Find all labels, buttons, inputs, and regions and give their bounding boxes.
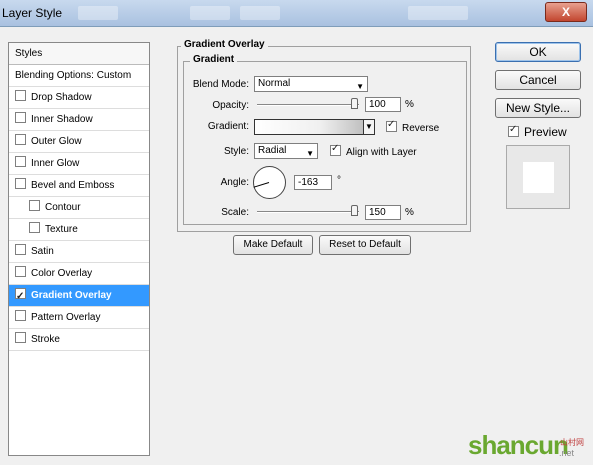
style-item-label: Satin bbox=[31, 246, 54, 257]
ok-button[interactable]: OK bbox=[495, 42, 581, 62]
style-item-label: Texture bbox=[45, 224, 78, 235]
chevron-down-icon: ▼ bbox=[356, 82, 364, 91]
scale-label: Scale: bbox=[221, 207, 249, 218]
checkbox-icon[interactable] bbox=[15, 156, 26, 167]
toolbar-ghost bbox=[190, 6, 230, 20]
close-button[interactable]: X bbox=[545, 2, 587, 22]
gradient-picker-chevron-icon[interactable]: ▼ bbox=[363, 119, 375, 135]
preview-swatch bbox=[523, 162, 554, 193]
gradient-overlay-section bbox=[177, 46, 471, 232]
scale-slider-track[interactable] bbox=[257, 211, 359, 213]
new-style-button[interactable]: New Style... bbox=[495, 98, 581, 118]
checkbox-icon bbox=[508, 124, 519, 137]
style-item-blending-options-custom[interactable]: Blending Options: Custom bbox=[9, 65, 149, 87]
section-title: Gradient Overlay bbox=[181, 39, 268, 50]
styles-header[interactable]: Styles bbox=[9, 43, 149, 65]
checkbox-icon[interactable] bbox=[29, 200, 40, 211]
checkbox-icon[interactable] bbox=[15, 310, 26, 321]
style-item-texture[interactable]: Texture bbox=[9, 219, 149, 241]
checkbox-icon[interactable] bbox=[15, 286, 26, 307]
opacity-label: Opacity: bbox=[212, 100, 249, 111]
style-item-label: Inner Shadow bbox=[31, 114, 93, 125]
reverse-label: Reverse bbox=[402, 123, 440, 134]
checkbox-icon[interactable] bbox=[15, 244, 26, 255]
angle-label: Angle: bbox=[220, 177, 249, 188]
style-item-bevel-and-emboss[interactable]: Bevel and Emboss bbox=[9, 175, 149, 197]
close-icon: X bbox=[561, 5, 570, 19]
style-item-label: Bevel and Emboss bbox=[31, 180, 115, 191]
blend-mode-label: Blend Mode: bbox=[192, 79, 249, 90]
angle-unit: ° bbox=[337, 175, 341, 186]
checkbox-icon[interactable] bbox=[29, 222, 40, 233]
make-default-button[interactable]: Make Default bbox=[233, 235, 313, 255]
blend-mode-select[interactable]: Normal ▼ bbox=[254, 76, 368, 92]
style-item-label: Pattern Overlay bbox=[31, 312, 101, 323]
watermark-domain: .net bbox=[559, 448, 575, 458]
style-item-inner-shadow[interactable]: Inner Shadow bbox=[9, 109, 149, 131]
checkbox-icon bbox=[330, 143, 341, 156]
style-item-drop-shadow[interactable]: Drop Shadow bbox=[9, 87, 149, 109]
style-item-label: Contour bbox=[45, 202, 81, 213]
toolbar-ghost bbox=[78, 6, 118, 20]
style-preview bbox=[506, 145, 570, 209]
checkbox-icon[interactable] bbox=[15, 178, 26, 189]
angle-dial[interactable] bbox=[253, 166, 286, 199]
scale-input[interactable]: 150 bbox=[365, 205, 401, 220]
watermark-logo: shancun bbox=[468, 430, 569, 460]
opacity-slider-thumb[interactable] bbox=[351, 98, 358, 109]
toolbar-ghost bbox=[240, 6, 280, 20]
style-item-outer-glow[interactable]: Outer Glow bbox=[9, 131, 149, 153]
opacity-slider-track[interactable] bbox=[257, 104, 359, 106]
style-item-label: Drop Shadow bbox=[31, 92, 92, 103]
style-item-gradient-overlay[interactable]: Gradient Overlay bbox=[9, 285, 149, 307]
reverse-checkbox[interactable]: Reverse bbox=[386, 119, 440, 134]
opacity-unit: % bbox=[405, 99, 414, 110]
style-item-label: Color Overlay bbox=[31, 268, 93, 279]
checkbox-icon[interactable] bbox=[15, 90, 26, 101]
checkbox-icon[interactable] bbox=[15, 332, 26, 343]
style-item-contour[interactable]: Contour bbox=[9, 197, 149, 219]
align-checkbox[interactable]: Align with Layer bbox=[330, 143, 417, 158]
reset-to-default-button[interactable]: Reset to Default bbox=[319, 235, 411, 255]
checkbox-icon[interactable] bbox=[15, 134, 26, 145]
scale-slider-thumb[interactable] bbox=[351, 205, 358, 216]
cancel-button[interactable]: Cancel bbox=[495, 70, 581, 90]
blend-mode-value: Normal bbox=[258, 78, 291, 89]
title-bar: Layer Style X bbox=[0, 0, 593, 27]
style-select[interactable]: Radial ▼ bbox=[254, 143, 318, 159]
style-item-label: Blending Options: Custom bbox=[15, 70, 132, 81]
group-title: Gradient bbox=[190, 54, 238, 65]
style-item-satin[interactable]: Satin bbox=[9, 241, 149, 263]
style-item-inner-glow[interactable]: Inner Glow bbox=[9, 153, 149, 175]
opacity-input[interactable]: 100 bbox=[365, 97, 401, 112]
align-label: Align with Layer bbox=[346, 147, 417, 158]
style-value: Radial bbox=[258, 145, 287, 156]
style-item-stroke[interactable]: Stroke bbox=[9, 329, 149, 351]
toolbar-ghost bbox=[408, 6, 468, 20]
watermark-cn: 山村网 bbox=[560, 438, 584, 447]
style-item-label: Outer Glow bbox=[31, 136, 82, 147]
checkbox-icon bbox=[386, 119, 397, 132]
gradient-swatch[interactable] bbox=[254, 119, 374, 135]
angle-input[interactable]: -163 bbox=[294, 175, 332, 190]
style-item-label: Stroke bbox=[31, 334, 60, 345]
style-label: Style: bbox=[223, 146, 249, 157]
checkbox-icon[interactable] bbox=[15, 112, 26, 123]
preview-label: Preview bbox=[524, 125, 567, 139]
window-title: Layer Style bbox=[2, 6, 63, 20]
style-item-pattern-overlay[interactable]: Pattern Overlay bbox=[9, 307, 149, 329]
style-item-label: Gradient Overlay bbox=[31, 290, 112, 301]
style-item-color-overlay[interactable]: Color Overlay bbox=[9, 263, 149, 285]
styles-list: Styles Blending Options: Custom Drop Shad… bbox=[8, 42, 150, 456]
checkbox-icon[interactable] bbox=[15, 266, 26, 277]
preview-checkbox[interactable]: Preview bbox=[508, 124, 567, 139]
chevron-down-icon: ▼ bbox=[306, 149, 314, 158]
gradient-label: Gradient: bbox=[207, 121, 249, 132]
scale-unit: % bbox=[405, 207, 414, 218]
style-item-label: Inner Glow bbox=[31, 158, 80, 169]
